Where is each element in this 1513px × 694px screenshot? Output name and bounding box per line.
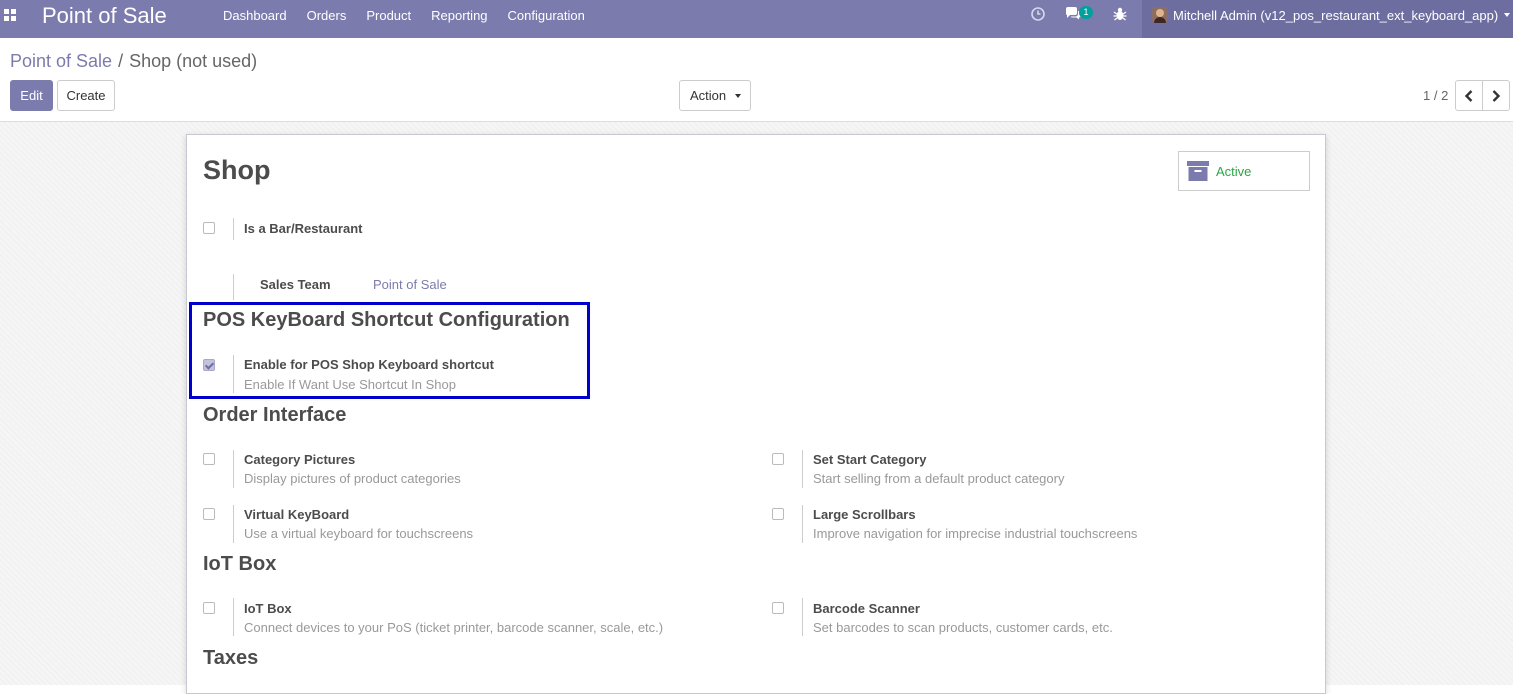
user-name: Mitchell Admin (v12_pos_restaurant_ext_k… bbox=[1173, 8, 1499, 23]
caret-down-icon bbox=[735, 94, 741, 98]
menu-dashboard[interactable]: Dashboard bbox=[213, 0, 297, 32]
sales-team-label: Sales Team bbox=[260, 277, 331, 292]
sales-team-link[interactable]: Point of Sale bbox=[373, 277, 447, 292]
setting-divider bbox=[802, 450, 803, 488]
setting-divider bbox=[802, 598, 803, 636]
large-scrollbars-label: Large Scrollbars bbox=[813, 507, 916, 522]
active-label: Active bbox=[1216, 164, 1252, 179]
pager-value[interactable]: 1 / 2 bbox=[1423, 88, 1448, 103]
main-menu: Dashboard Orders Product Reporting Confi… bbox=[213, 0, 595, 32]
set-start-category-help: Start selling from a default product cat… bbox=[813, 471, 1065, 486]
bug-icon[interactable] bbox=[1112, 6, 1128, 22]
virtual-keyboard-help: Use a virtual keyboard for touchscreens bbox=[244, 526, 474, 541]
apps-icon[interactable] bbox=[4, 9, 18, 23]
active-toggle-button[interactable]: Active bbox=[1178, 151, 1310, 191]
virtual-keyboard-label: Virtual KeyBoard bbox=[244, 507, 350, 522]
setting-divider bbox=[233, 274, 234, 300]
setting-divider bbox=[802, 505, 803, 543]
virtual-keyboard-checkbox[interactable] bbox=[203, 508, 215, 520]
menu-orders[interactable]: Orders bbox=[297, 0, 357, 32]
chevron-right-icon bbox=[1492, 90, 1501, 102]
iot-box-checkbox[interactable] bbox=[203, 602, 215, 614]
section-title-order-interface: Order Interface bbox=[203, 404, 347, 426]
category-pictures-label: Category Pictures bbox=[244, 452, 356, 467]
category-pictures-checkbox[interactable] bbox=[203, 453, 215, 465]
is-bar-restaurant-checkbox[interactable] bbox=[203, 222, 215, 234]
menu-reporting[interactable]: Reporting bbox=[421, 0, 497, 32]
enable-keyboard-shortcut-checkbox[interactable] bbox=[203, 359, 215, 371]
setting-divider bbox=[233, 450, 234, 488]
pager-next-button[interactable] bbox=[1482, 80, 1510, 111]
avatar bbox=[1152, 7, 1168, 23]
menu-configuration[interactable]: Configuration bbox=[498, 0, 595, 32]
action-dropdown[interactable]: Action bbox=[679, 80, 751, 111]
large-scrollbars-help: Improve navigation for imprecise industr… bbox=[813, 526, 1138, 541]
breadcrumb-separator: / bbox=[118, 51, 124, 71]
section-title-taxes: Taxes bbox=[203, 647, 259, 669]
app-brand[interactable]: Point of Sale bbox=[42, 3, 167, 29]
setting-divider bbox=[233, 598, 234, 636]
is-bar-restaurant-label: Is a Bar/Restaurant bbox=[244, 221, 363, 236]
set-start-category-label: Set Start Category bbox=[813, 452, 927, 467]
set-start-category-checkbox[interactable] bbox=[772, 453, 784, 465]
iot-box-label: IoT Box bbox=[244, 601, 292, 616]
chat-badge: 1 bbox=[1079, 6, 1093, 19]
chevron-left-icon bbox=[1464, 90, 1473, 102]
menu-product[interactable]: Product bbox=[356, 0, 421, 32]
breadcrumb-current: Shop (not used) bbox=[129, 51, 258, 71]
enable-keyboard-shortcut-label: Enable for POS Shop Keyboard shortcut bbox=[244, 357, 494, 372]
breadcrumb-parent[interactable]: Point of Sale bbox=[10, 51, 112, 71]
barcode-scanner-label: Barcode Scanner bbox=[813, 601, 920, 616]
large-scrollbars-checkbox[interactable] bbox=[772, 508, 784, 520]
user-menu[interactable]: Mitchell Admin (v12_pos_restaurant_ext_k… bbox=[1142, 0, 1513, 38]
chat-button[interactable]: 1 bbox=[1064, 6, 1093, 24]
barcode-scanner-help: Set barcodes to scan products, customer … bbox=[813, 620, 1113, 635]
form-sheet bbox=[186, 134, 1326, 694]
action-label: Action bbox=[690, 88, 727, 103]
setting-divider bbox=[233, 505, 234, 543]
caret-down-icon bbox=[1504, 13, 1510, 17]
archive-icon bbox=[1187, 161, 1209, 181]
top-navbar: Point of Sale Dashboard Orders Product R… bbox=[0, 0, 1513, 38]
breadcrumb: Point of Sale / Shop (not used) bbox=[10, 51, 257, 72]
iot-box-help: Connect devices to your PoS (ticket prin… bbox=[244, 620, 664, 635]
setting-divider bbox=[233, 355, 234, 393]
pager-previous-button[interactable] bbox=[1455, 80, 1483, 111]
category-pictures-help: Display pictures of product categories bbox=[244, 471, 461, 486]
setting-divider bbox=[233, 218, 234, 240]
edit-button[interactable]: Edit bbox=[10, 80, 53, 111]
section-title-keyboard: POS KeyBoard Shortcut Configuration bbox=[203, 309, 570, 331]
enable-keyboard-shortcut-help: Enable If Want Use Shortcut In Shop bbox=[244, 377, 456, 392]
section-title-iot-box: IoT Box bbox=[203, 553, 277, 575]
barcode-scanner-checkbox[interactable] bbox=[772, 602, 784, 614]
record-title: Shop bbox=[203, 155, 271, 185]
clock-icon[interactable] bbox=[1030, 6, 1046, 22]
create-button[interactable]: Create bbox=[57, 80, 115, 111]
